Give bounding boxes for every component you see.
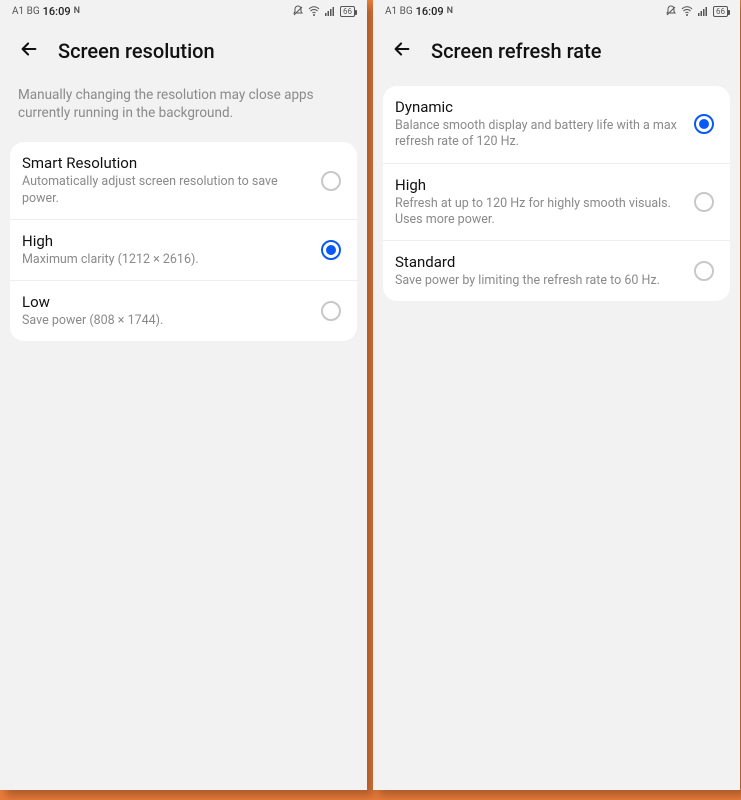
radio-button[interactable]: [321, 240, 341, 260]
option-title: Dynamic: [395, 98, 684, 116]
back-icon[interactable]: [18, 38, 40, 64]
option-smart-resolution[interactable]: Smart Resolution Automatically adjust sc…: [10, 142, 357, 219]
signal-icon: [697, 5, 709, 17]
radio-button[interactable]: [694, 261, 714, 281]
resolution-description: Manually changing the resolution may clo…: [0, 82, 367, 142]
option-desc: Maximum clarity (1212 × 2616).: [22, 252, 311, 268]
refresh-options-card: Dynamic Balance smooth display and batte…: [383, 86, 730, 301]
option-low-resolution[interactable]: Low Save power (808 × 1744).: [10, 280, 357, 341]
page-title: Screen resolution: [58, 39, 215, 63]
phone-left: A1 BG 16:09 N 66 Screen resolution Manu: [0, 0, 367, 790]
option-high-refresh[interactable]: High Refresh at up to 120 Hz for highly …: [383, 163, 730, 241]
radio-button[interactable]: [321, 301, 341, 321]
option-desc: Automatically adjust screen resolution t…: [22, 174, 311, 207]
header: Screen resolution: [0, 20, 367, 82]
option-title: High: [22, 232, 311, 250]
phone-right: A1 BG 16:09 N 66 Screen refresh rate: [373, 0, 740, 790]
resolution-options-card: Smart Resolution Automatically adjust sc…: [10, 142, 357, 341]
radio-button[interactable]: [321, 171, 341, 191]
radio-button[interactable]: [694, 192, 714, 212]
battery-icon: 66: [340, 6, 355, 17]
option-title: Low: [22, 293, 311, 311]
option-desc: Refresh at up to 120 Hz for highly smoot…: [395, 196, 684, 229]
nfc-icon: N: [74, 6, 80, 16]
status-bar: A1 BG 16:09 N 66: [0, 0, 367, 20]
carrier-text: A1 BG: [385, 6, 413, 17]
signal-icon: [324, 5, 336, 17]
option-desc: Save power (808 × 1744).: [22, 313, 311, 329]
time-text: 16:09: [416, 5, 444, 18]
mute-icon: [292, 5, 304, 17]
wifi-icon: [681, 5, 693, 17]
back-icon[interactable]: [391, 38, 413, 64]
option-title: Standard: [395, 253, 684, 271]
option-desc: Save power by limiting the refresh rate …: [395, 273, 684, 289]
page-title: Screen refresh rate: [431, 39, 601, 63]
battery-icon: 66: [713, 6, 728, 17]
nfc-icon: N: [447, 6, 453, 16]
option-desc: Balance smooth display and battery life …: [395, 118, 684, 151]
status-bar: A1 BG 16:09 N 66: [373, 0, 740, 20]
time-text: 16:09: [43, 5, 71, 18]
radio-button[interactable]: [694, 114, 714, 134]
option-dynamic-refresh[interactable]: Dynamic Balance smooth display and batte…: [383, 86, 730, 163]
wifi-icon: [308, 5, 320, 17]
option-title: High: [395, 176, 684, 194]
option-standard-refresh[interactable]: Standard Save power by limiting the refr…: [383, 240, 730, 301]
carrier-text: A1 BG: [12, 6, 40, 17]
mute-icon: [665, 5, 677, 17]
header: Screen refresh rate: [373, 20, 740, 82]
option-high-resolution[interactable]: High Maximum clarity (1212 × 2616).: [10, 219, 357, 280]
option-title: Smart Resolution: [22, 154, 311, 172]
